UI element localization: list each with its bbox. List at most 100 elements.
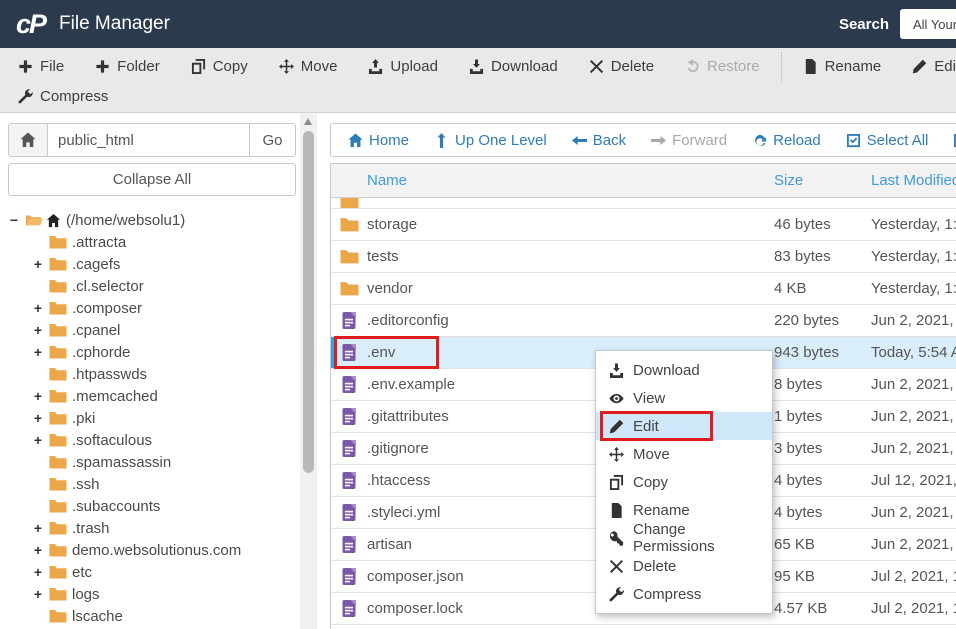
tree-expander[interactable]: + (32, 256, 44, 272)
edit-button[interactable]: Edit (912, 58, 956, 75)
tree-expander[interactable]: + (32, 542, 44, 558)
table-row[interactable]: storage 46 bytes Yesterday, 1:4 (331, 209, 956, 241)
tree-expander[interactable]: − (8, 212, 20, 228)
menu-download[interactable]: Download (596, 356, 772, 384)
compress-icon (609, 587, 624, 602)
download-button[interactable]: Download (469, 58, 558, 75)
nav-select-all[interactable]: Select All (846, 132, 929, 149)
path-input[interactable] (48, 124, 249, 156)
file-size: 4 KB (774, 280, 871, 297)
table-row[interactable] (331, 198, 956, 209)
tree-cphorde[interactable]: + .cphorde (8, 341, 296, 363)
menu-rename[interactable]: Rename (596, 496, 772, 524)
file-button[interactable]: File (18, 58, 64, 75)
sidebar-scrollbar[interactable] (300, 113, 317, 629)
nav-home[interactable]: Home (348, 132, 409, 149)
table-row[interactable]: .editorconfig 220 bytes Jun 2, 2021, 2 (331, 305, 956, 337)
tree-lscache[interactable]: lscache (8, 605, 296, 627)
tree-expander[interactable]: + (32, 410, 44, 426)
folder-icon (49, 389, 67, 403)
tree-logs[interactable]: + logs (8, 583, 296, 605)
compress-icon (18, 89, 33, 104)
context-menu-item-label: Move (633, 446, 670, 463)
tree-demo-websolutionus[interactable]: + demo.websolutionus.com (8, 539, 296, 561)
folder-icon (49, 235, 67, 249)
nav-back[interactable]: Back (572, 132, 626, 149)
file-size: 8 bytes (774, 376, 871, 393)
menu-move[interactable]: Move (596, 440, 772, 468)
tree-expander[interactable]: + (32, 586, 44, 602)
column-header-name[interactable]: Name (367, 172, 774, 189)
table-row[interactable]: tests 83 bytes Yesterday, 1:4 (331, 241, 956, 273)
tree-subaccounts[interactable]: .subaccounts (8, 495, 296, 517)
file-last-modified: Jun 2, 2021, 2 (871, 408, 956, 425)
tree-expander[interactable]: + (32, 564, 44, 580)
tree-expander[interactable]: + (32, 432, 44, 448)
nav-item-label: Reload (773, 132, 821, 149)
menu-change-permissions[interactable]: Change Permissions (596, 524, 772, 552)
home-icon (348, 133, 363, 148)
tree-memcached[interactable]: + .memcached (8, 385, 296, 407)
restore-button[interactable]: Restore (685, 58, 760, 75)
menu-copy[interactable]: Copy (596, 468, 772, 496)
tree-spamassassin[interactable]: .spamassassin (8, 451, 296, 473)
column-header-last-modified[interactable]: Last Modified (871, 172, 956, 189)
tree-composer[interactable]: + .composer (8, 297, 296, 319)
compress-button[interactable]: Compress (18, 88, 108, 105)
home-icon[interactable] (9, 124, 48, 156)
tree-softaculous[interactable]: + .softaculous (8, 429, 296, 451)
scrollbar-thumb[interactable] (303, 131, 314, 473)
checkbox-checked-icon (846, 133, 861, 148)
rename-button[interactable]: Rename (803, 58, 882, 75)
menu-view[interactable]: View (596, 384, 772, 412)
tree-expander[interactable]: + (32, 300, 44, 316)
table-row[interactable]: </> index.html 34 bytes May 6, 2021 (331, 625, 956, 629)
file-name: tests (367, 248, 774, 265)
go-button[interactable]: Go (249, 124, 295, 156)
tree-expander[interactable]: + (32, 344, 44, 360)
tree-root[interactable]: − (/home/websolu1) (8, 209, 296, 231)
tree-attracta[interactable]: .attracta (8, 231, 296, 253)
rename-icon (609, 503, 624, 518)
scroll-up-arrow-icon[interactable] (304, 118, 312, 125)
tree-cpanel[interactable]: + .cpanel (8, 319, 296, 341)
tree-trash[interactable]: + .trash (8, 517, 296, 539)
download-icon (609, 363, 624, 378)
tree-expander[interactable]: + (32, 388, 44, 404)
toolbar-item-label: Move (301, 58, 338, 75)
nav-forward[interactable]: Forward (651, 132, 727, 149)
menu-edit[interactable]: Edit (596, 412, 772, 440)
nav-reload[interactable]: Reload (752, 132, 821, 149)
folder-icon (49, 433, 67, 447)
menu-delete[interactable]: Delete (596, 552, 772, 580)
file-last-modified: Jul 12, 2021, (871, 472, 956, 489)
copy-button[interactable]: Copy (191, 58, 248, 75)
tree-htpasswds[interactable]: .htpasswds (8, 363, 296, 385)
tree-item-label: logs (72, 586, 100, 603)
tree-ssh[interactable]: .ssh (8, 473, 296, 495)
tree-expander[interactable]: + (32, 520, 44, 536)
folder-button[interactable]: Folder (95, 58, 160, 75)
context-menu-item-label: Delete (633, 558, 676, 575)
file-size: 95 KB (774, 568, 871, 585)
content-area: Go Collapse All − (/home/websolu1) .attr… (0, 113, 956, 629)
upload-button[interactable]: Upload (368, 58, 438, 75)
toolbar-item-label: Compress (40, 88, 108, 105)
move-button[interactable]: Move (279, 58, 338, 75)
tree-pki[interactable]: + .pki (8, 407, 296, 429)
tree-expander[interactable]: + (32, 322, 44, 338)
menu-compress[interactable]: Compress (596, 580, 772, 608)
table-row[interactable]: vendor 4 KB Yesterday, 1:4 (331, 273, 956, 305)
delete-icon (589, 59, 604, 74)
tree-cagefs[interactable]: + .cagefs (8, 253, 296, 275)
tree-cl-selector[interactable]: .cl.selector (8, 275, 296, 297)
collapse-all-button[interactable]: Collapse All (8, 163, 296, 196)
search-scope-dropdown[interactable]: All Your (900, 9, 956, 39)
copy-icon (609, 475, 624, 490)
download-icon (469, 59, 484, 74)
toolbar-row-1: File Folder Copy Move Upload Download (18, 51, 956, 82)
nav-up-one-level[interactable]: Up One Level (434, 132, 547, 149)
delete-button[interactable]: Delete (589, 58, 654, 75)
tree-etc[interactable]: + etc (8, 561, 296, 583)
column-header-size[interactable]: Size (774, 172, 871, 189)
